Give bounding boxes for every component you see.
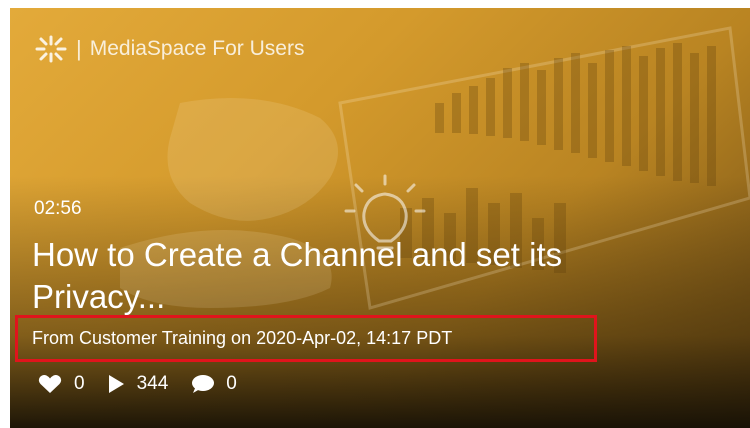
brand-separator: | [76, 36, 82, 61]
video-title-line-2: Privacy... [32, 278, 166, 315]
plays-count: 344 [136, 373, 169, 394]
play-icon [108, 375, 124, 393]
comments-stat: 0 [190, 373, 237, 395]
plays-stat: 344 [107, 373, 169, 395]
video-title-line-1: How to Create a Channel and set its [32, 236, 563, 273]
background-chart-image [120, 26, 750, 310]
video-thumbnail-card[interactable]: | MediaSpace For Users 02:56 How to Crea… [10, 8, 750, 428]
likes-stat: 0 [38, 373, 85, 395]
video-duration: 02:56 [34, 198, 82, 219]
comment-icon [192, 375, 215, 393]
video-source-info: From Customer Training on 2020-Apr-02, 1… [32, 328, 453, 348]
heart-icon [38, 375, 62, 393]
kaltura-logo-icon [35, 35, 67, 63]
brand-name: MediaSpace For Users [89, 37, 305, 60]
brand-header: | MediaSpace For Users [34, 34, 304, 64]
video-title[interactable]: How to Create a Channel and set its Priv… [32, 234, 672, 318]
video-stats: 0 344 0 [38, 370, 259, 398]
comments-count: 0 [226, 373, 237, 394]
likes-count: 0 [74, 373, 85, 394]
